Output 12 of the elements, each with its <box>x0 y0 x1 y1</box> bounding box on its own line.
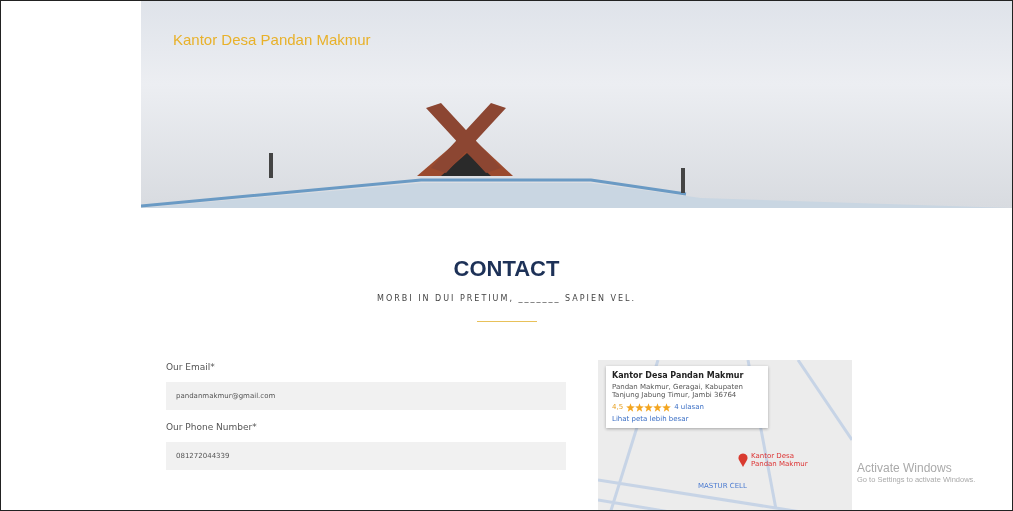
star-icon <box>635 402 645 412</box>
map-pin-icon[interactable] <box>738 453 748 467</box>
card-title: Kantor Desa Pandan Makmur <box>612 371 745 380</box>
star-icon <box>662 402 672 412</box>
field-label: Our Email* <box>166 362 216 372</box>
section-title: CONTACT <box>453 256 560 282</box>
star-icon <box>653 402 663 412</box>
activation-title: Activate Windows <box>857 461 953 475</box>
star-icon <box>644 402 654 412</box>
star-icon <box>626 402 636 412</box>
field-label: Our Phone Number* <box>166 422 258 432</box>
section-subtitle: MORBI IN DUI PRETIUM, _______ SAPIEN VEL. <box>377 294 636 303</box>
